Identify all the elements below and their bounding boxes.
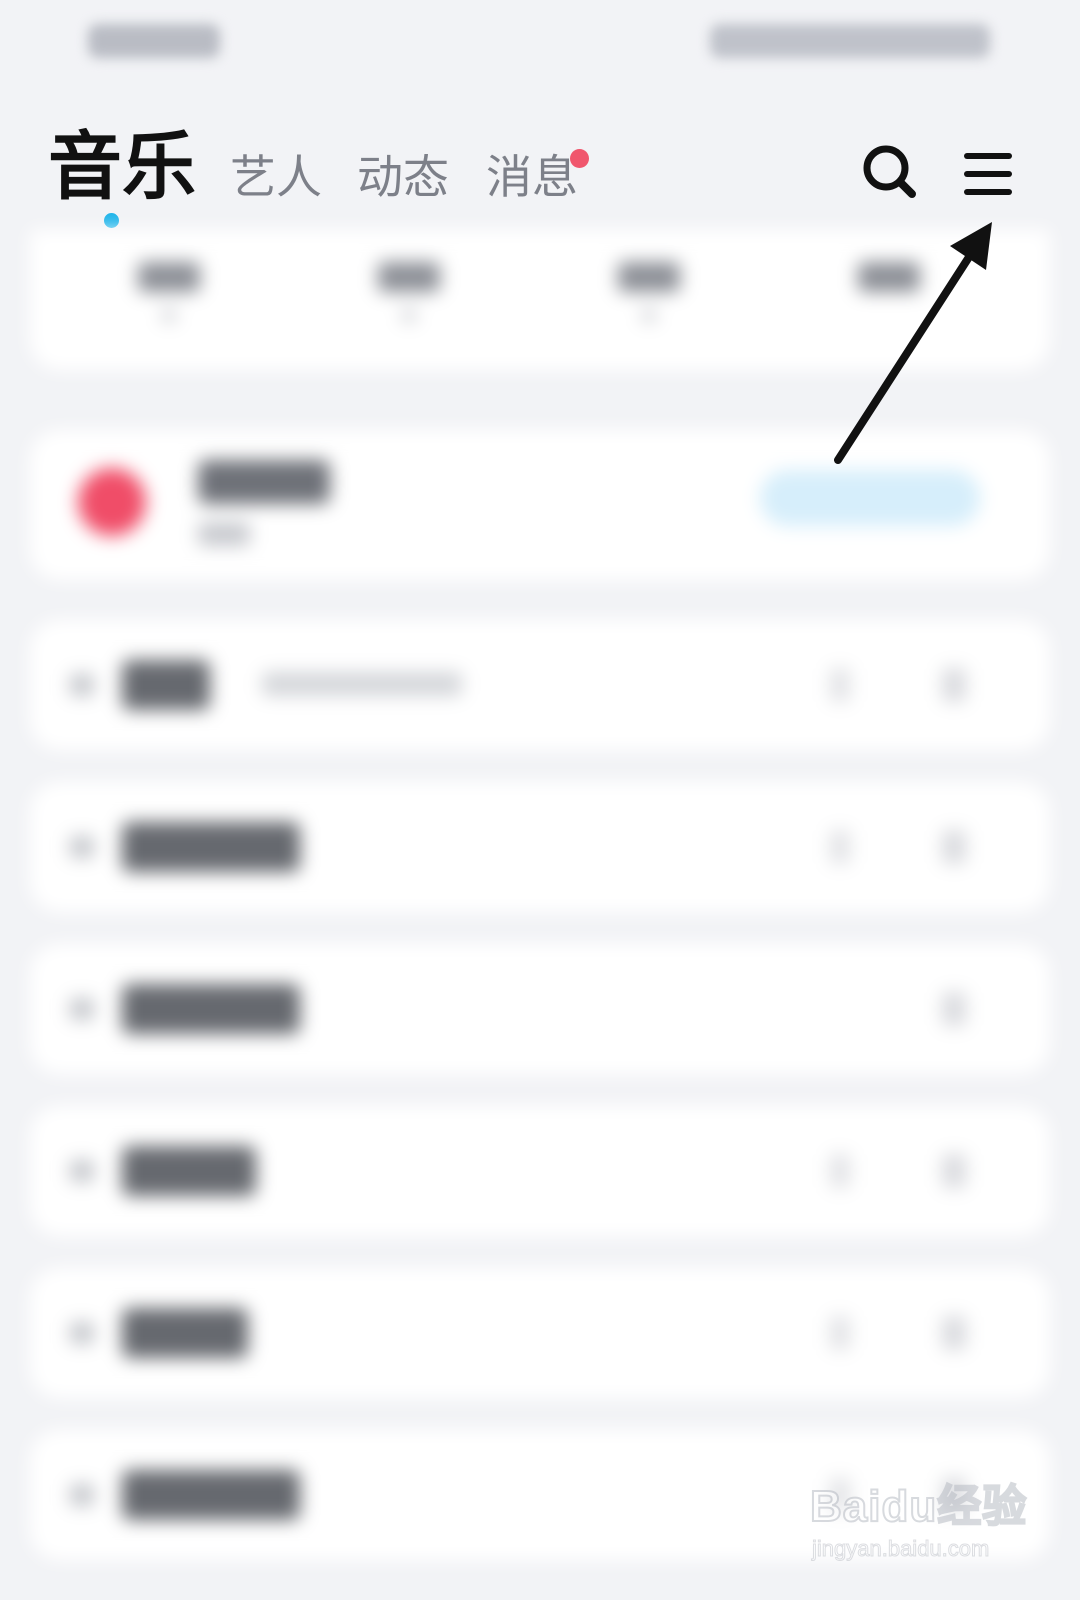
quick-entry[interactable] (378, 262, 440, 292)
row-marker-icon (70, 1160, 94, 1182)
list-item-title (122, 660, 210, 710)
row-more-icon[interactable] (942, 668, 966, 702)
list-item-desc (262, 672, 462, 696)
watermark-logo: Baidu经验 (809, 1481, 1028, 1532)
row-action-icon[interactable] (830, 1154, 850, 1188)
favorites-count (198, 522, 250, 546)
list-item-title (122, 1308, 248, 1358)
status-bar (0, 0, 1080, 90)
tab-messages[interactable]: 消息 (486, 154, 578, 200)
list-item[interactable] (30, 620, 1050, 750)
row-action-icon[interactable] (830, 668, 850, 702)
row-marker-icon (70, 998, 94, 1020)
favorites-title (198, 460, 330, 504)
tab-artist[interactable]: 艺人 (230, 154, 322, 200)
list-item[interactable] (30, 1268, 1050, 1398)
favorites-card[interactable] (30, 430, 1050, 580)
quick-entry-sub (162, 308, 176, 322)
quick-entry[interactable] (138, 262, 200, 292)
menu-button[interactable] (962, 148, 1014, 200)
status-time (88, 24, 220, 58)
search-icon (863, 145, 916, 198)
quick-entry-sub (402, 308, 416, 322)
quick-entries-card (30, 230, 1050, 370)
quick-entry-sub (642, 308, 656, 322)
row-marker-icon (70, 1322, 94, 1344)
quick-entry[interactable] (858, 262, 920, 292)
watermark-url: jingyan.baidu.com (811, 1536, 990, 1562)
list-item[interactable] (30, 1106, 1050, 1236)
list-item-title (122, 984, 300, 1034)
list-item[interactable] (30, 782, 1050, 912)
list-item-title (122, 822, 300, 872)
unread-badge (570, 149, 589, 168)
search-button[interactable] (860, 142, 920, 202)
row-action-icon[interactable] (830, 1316, 850, 1350)
baidu-jingyan-watermark: Baidu经验 jingyan.baidu.com (800, 1450, 1030, 1590)
tab-moments[interactable]: 动态 (357, 154, 449, 200)
list-item-title (122, 1146, 256, 1196)
list-item[interactable] (30, 944, 1050, 1074)
row-marker-icon (70, 836, 94, 858)
row-marker-icon (70, 1484, 94, 1506)
favorites-action-button[interactable] (760, 470, 980, 526)
blurred-content (0, 230, 1080, 1600)
row-more-icon[interactable] (942, 992, 966, 1026)
row-more-icon[interactable] (942, 830, 966, 864)
list-item-title (122, 1470, 300, 1520)
tab-music[interactable]: 音乐 (48, 130, 196, 204)
quick-entry[interactable] (618, 262, 680, 292)
active-tab-indicator (104, 213, 119, 228)
row-marker-icon (70, 674, 94, 696)
status-icons (710, 24, 990, 58)
row-more-icon[interactable] (942, 1154, 966, 1188)
menu-icon (964, 153, 1012, 195)
top-nav: 音乐 艺人 动态 消息 (0, 110, 1080, 240)
row-more-icon[interactable] (942, 1316, 966, 1350)
heart-icon (78, 468, 146, 536)
row-action-icon[interactable] (830, 830, 850, 864)
